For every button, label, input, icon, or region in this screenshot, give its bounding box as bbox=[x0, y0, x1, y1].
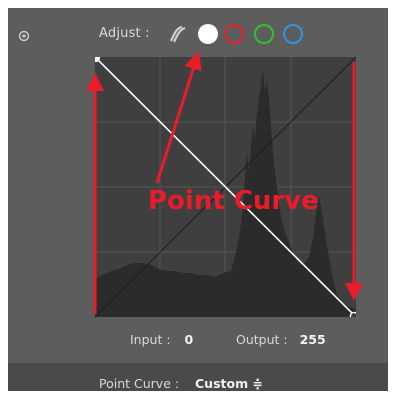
input-label: Input : bbox=[130, 332, 171, 347]
adjust-label: Adjust : bbox=[99, 26, 150, 41]
output-readout: Output : 255 bbox=[236, 332, 326, 348]
input-value: 0 bbox=[184, 332, 194, 347]
blue-channel-button[interactable] bbox=[283, 24, 303, 44]
parametric-curve-icon[interactable] bbox=[168, 24, 188, 44]
output-label: Output : bbox=[236, 332, 288, 347]
input-readout: Input : 0 bbox=[130, 332, 193, 348]
target-adjust-icon[interactable] bbox=[18, 30, 30, 42]
output-value: 255 bbox=[299, 332, 326, 347]
point-curve-select[interactable]: Custom ≑ bbox=[195, 376, 263, 392]
rgb-channel-button[interactable] bbox=[198, 24, 218, 44]
red-channel-button[interactable] bbox=[224, 24, 244, 44]
point-curve-annotation: Point Curve bbox=[148, 186, 319, 216]
curve-point-bottom-right bbox=[349, 311, 356, 317]
green-channel-button[interactable] bbox=[254, 24, 274, 44]
point-curve-label: Point Curve : bbox=[99, 376, 180, 391]
